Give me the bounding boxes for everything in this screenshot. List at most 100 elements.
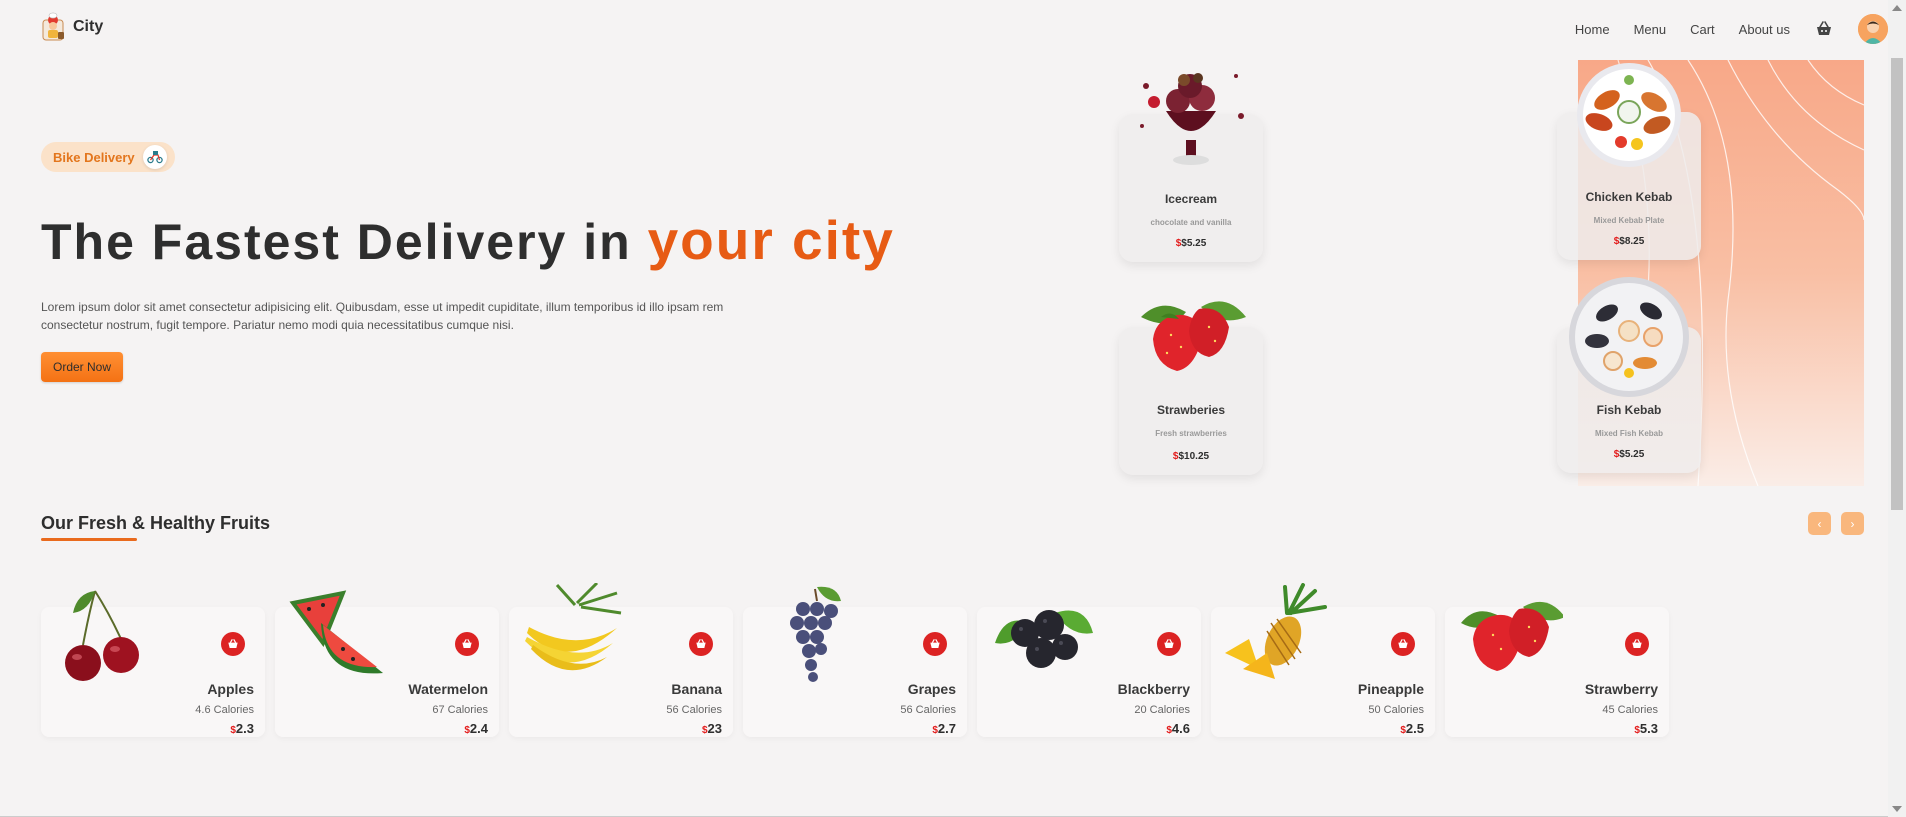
fruit-price-value: 2.5 <box>1405 721 1424 736</box>
fruit-price: $2.4 <box>464 721 488 736</box>
add-to-cart-button[interactable] <box>923 632 947 656</box>
featured-name: Fish Kebab <box>1596 403 1662 417</box>
scroll-down-arrow-icon[interactable] <box>1892 806 1902 812</box>
fruit-price: $4.6 <box>1166 721 1190 736</box>
featured-card-strawberies[interactable]: Strawberies Fresh strawberries $$10.25 <box>1119 301 1263 475</box>
fruit-calories: 20 Calories <box>1134 704 1190 716</box>
fruit-price-value: 2.3 <box>235 721 254 736</box>
carousel-next-button[interactable]: › <box>1841 512 1864 535</box>
basket-icon[interactable] <box>1815 20 1833 38</box>
logo[interactable]: City <box>41 12 103 42</box>
scroll-up-arrow-icon[interactable] <box>1892 5 1902 11</box>
strawberries-image <box>1141 301 1246 371</box>
basket-icon <box>1632 639 1642 648</box>
nav-about[interactable]: About us <box>1739 22 1790 37</box>
featured-name: Chicken Kebab <box>1585 190 1673 204</box>
grapes-image <box>790 586 841 682</box>
basket-icon <box>1398 639 1408 648</box>
basket-icon <box>696 639 706 648</box>
featured-price-value: $5.25 <box>1181 238 1207 249</box>
nav-menu[interactable]: Menu <box>1634 22 1667 37</box>
fruit-name: Pineapple <box>1357 681 1424 697</box>
fruit-calories: 56 Calories <box>666 704 722 716</box>
fruit-price: $5.3 <box>1634 721 1658 736</box>
fruit-calories: 50 Calories <box>1368 704 1424 716</box>
featured-subtitle: Fresh strawberries <box>1155 429 1227 438</box>
fruit-price-value: 4.6 <box>1171 721 1190 736</box>
featured-price-value: $10.25 <box>1178 451 1210 462</box>
fruit-calories: 56 Calories <box>900 704 956 716</box>
featured-price: $$10.25 <box>1119 451 1263 462</box>
featured-card-chicken-kebab[interactable]: Chicken Kebab Mixed Kebab Plate $$8.25 <box>1557 63 1701 260</box>
fruit-price-value: 2.4 <box>469 721 488 736</box>
chevron-right-icon: › <box>1850 516 1855 531</box>
blackberry-image <box>995 610 1093 668</box>
fruit-name: Watermelon <box>408 681 488 697</box>
nav-cart[interactable]: Cart <box>1690 22 1715 37</box>
featured-name: Strawberies <box>1156 403 1226 417</box>
fruit-card-grapes[interactable]: Grapes 56 Calories $2.7 <box>743 586 967 737</box>
basket-icon <box>930 639 940 648</box>
add-to-cart-button[interactable] <box>689 632 713 656</box>
fruit-price: $2.5 <box>1400 721 1424 736</box>
fruit-card-apples[interactable]: Apples 4.6 Calories $2.3 <box>41 590 265 737</box>
logo-text: City <box>73 18 104 35</box>
chicken-kebab-image <box>1577 63 1681 167</box>
fruit-price-value: 23 <box>707 721 722 736</box>
featured-subtitle: Mixed Fish Kebab <box>1594 429 1663 438</box>
carousel-prev-button[interactable]: ‹ <box>1808 512 1831 535</box>
add-to-cart-button[interactable] <box>221 632 245 656</box>
main-nav: Home Menu Cart About us <box>1575 14 1888 44</box>
strawberry-image <box>1461 601 1563 671</box>
fruit-card-watermelon[interactable]: Watermelon 67 Calories $2.4 <box>275 590 499 737</box>
fruit-calories: 45 Calories <box>1602 704 1658 716</box>
fruit-card-pineapple[interactable]: Pineapple 50 Calories $2.5 <box>1211 583 1435 737</box>
basket-icon <box>462 639 472 648</box>
fruit-calories: 67 Calories <box>432 704 488 716</box>
watermelon-image <box>289 590 383 674</box>
featured-subtitle: chocolate and vanilla <box>1150 218 1232 227</box>
chevron-left-icon: ‹ <box>1817 516 1822 531</box>
basket-icon <box>228 639 238 648</box>
featured-price: $$8.25 <box>1557 236 1701 247</box>
fish-kebab-image <box>1569 277 1689 397</box>
featured-price: $$5.25 <box>1119 238 1263 249</box>
featured-price-value: $8.25 <box>1619 236 1645 247</box>
featured-card-fish-kebab[interactable]: Fish Kebab Mixed Fish Kebab $$5.25 <box>1557 277 1701 473</box>
add-to-cart-button[interactable] <box>1157 632 1181 656</box>
fruit-name: Apples <box>207 681 254 697</box>
fruit-price-value: 2.7 <box>937 721 956 736</box>
scrollbar-thumb[interactable] <box>1891 58 1903 510</box>
nav-home[interactable]: Home <box>1575 22 1610 37</box>
badge-text: Bike Delivery <box>53 149 135 165</box>
fruit-name: Banana <box>671 681 722 697</box>
add-to-cart-button[interactable] <box>1391 632 1415 656</box>
fruit-name: Blackberry <box>1117 681 1190 697</box>
hero-title: The Fastest Delivery in your city <box>41 208 895 272</box>
add-to-cart-button[interactable] <box>1625 632 1649 656</box>
page-scrollbar[interactable] <box>1888 0 1906 817</box>
basket-icon <box>1164 639 1174 648</box>
hero-title-main: The Fastest Delivery in <box>41 214 632 270</box>
cherries-image <box>65 590 139 681</box>
banana-image <box>525 583 622 671</box>
fruit-card-banana[interactable]: Banana 56 Calories $23 <box>509 583 733 737</box>
user-avatar[interactable] <box>1858 14 1888 44</box>
section-underline <box>41 538 137 541</box>
fruit-card-strawberry[interactable]: Strawberry 45 Calories $5.3 <box>1445 601 1669 737</box>
order-now-button[interactable]: Order Now <box>41 352 123 382</box>
fruit-price: $23 <box>702 721 722 736</box>
fruit-price-value: 5.3 <box>1639 721 1658 736</box>
add-to-cart-button[interactable] <box>455 632 479 656</box>
featured-card-icecream[interactable]: Icecream chocolate and vanilla $$5.25 <box>1119 73 1263 262</box>
fruit-price: $2.7 <box>932 721 956 736</box>
fruit-name: Grapes <box>907 681 956 697</box>
featured-price: $$5.25 <box>1557 449 1701 460</box>
hero-description: Lorem ipsum dolor sit amet consectetur a… <box>41 300 724 332</box>
fruit-name: Strawberry <box>1584 681 1658 697</box>
featured-name: Icecream <box>1164 192 1218 206</box>
fruit-calories: 4.6 Calories <box>195 704 254 716</box>
hero-title-accent: your city <box>647 209 895 271</box>
fruit-card-blackberry[interactable]: Blackberry 20 Calories $4.6 <box>977 607 1201 737</box>
logo-chef-icon <box>41 12 67 42</box>
